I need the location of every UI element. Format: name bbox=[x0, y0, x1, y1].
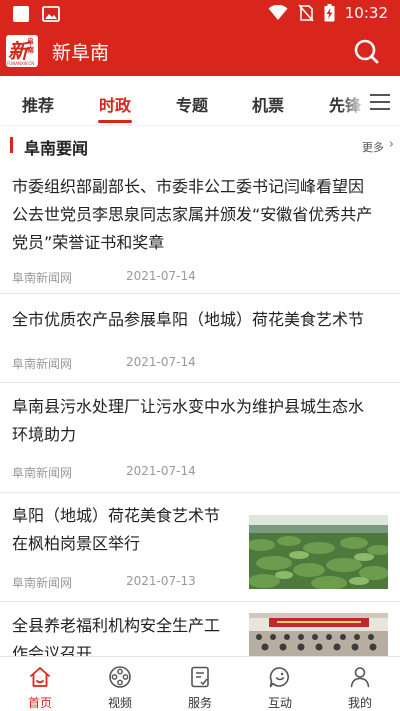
wifi-icon bbox=[268, 5, 288, 20]
news-date: 2021-07-14 bbox=[126, 355, 196, 369]
gallery-icon bbox=[13, 6, 29, 22]
logo-main-char: 新 bbox=[8, 39, 28, 63]
more-link[interactable]: 更多 bbox=[362, 139, 384, 155]
home-icon bbox=[30, 667, 50, 687]
status-right-icons: 10:32 bbox=[268, 4, 388, 22]
news-source: 阜南新闻网 bbox=[12, 576, 73, 590]
search-button[interactable] bbox=[352, 37, 382, 67]
logo-side-text: 阜南 bbox=[27, 38, 34, 54]
status-left-icons bbox=[12, 5, 60, 23]
nav-home[interactable]: 首页 bbox=[0, 657, 80, 711]
image-icon bbox=[42, 6, 60, 22]
news-source: 阜南新闻网 bbox=[12, 271, 73, 285]
nav-label: 视频 bbox=[107, 696, 132, 710]
section-accent-bar bbox=[10, 137, 13, 153]
news-title-line: 环境助力 bbox=[12, 425, 77, 444]
film-reel-icon bbox=[109, 666, 131, 688]
active-tab-indicator bbox=[98, 120, 132, 123]
news-date: 2021-07-13 bbox=[126, 574, 196, 588]
nav-label: 首页 bbox=[27, 696, 52, 710]
person-icon bbox=[350, 667, 370, 688]
news-source: 阜南新闻网 bbox=[12, 357, 73, 371]
status-bar: 10:32 bbox=[0, 0, 400, 28]
news-item[interactable]: 全市优质农产品参展阜阳（地城）荷花美食艺术节 阜南新闻网 2021-07-14 bbox=[0, 294, 400, 383]
news-title-line: 公去世党员李思泉同志家属并颁发“安徽省优秀共产 bbox=[12, 205, 373, 224]
nav-service[interactable]: 服务 bbox=[160, 657, 240, 711]
app-logo: 新 阜南 FUNANXW.CN bbox=[6, 35, 38, 67]
news-title: 市委组织部副部长、市委非公工委书记闫峰看望因 公去世党员李思泉同志家属并颁发“安… bbox=[12, 173, 372, 257]
tab-politics[interactable]: 时政 bbox=[99, 92, 131, 116]
news-date: 2021-07-14 bbox=[126, 464, 196, 478]
nav-label: 互动 bbox=[267, 696, 292, 710]
news-title-line: 全市优质农产品参展阜阳（地城）荷花美食艺术节 bbox=[12, 310, 365, 329]
news-title-line: 党员”荣誉证书和奖章 bbox=[12, 233, 165, 252]
battery-charging-icon bbox=[324, 4, 335, 22]
news-source: 阜南新闻网 bbox=[12, 466, 73, 480]
section-header: 阜南要闻 更多 › bbox=[0, 126, 400, 166]
section-title: 阜南要闻 bbox=[24, 139, 89, 158]
chevron-right-icon[interactable]: › bbox=[389, 137, 394, 152]
news-item[interactable]: 全县养老福利机构安全生产工 作会议召开 bbox=[0, 602, 400, 663]
channel-tabs: 推荐 时政 专题 机票 先锋 bbox=[0, 76, 400, 126]
news-date: 2021-07-14 bbox=[126, 269, 196, 283]
news-title: 阜南县污水处理厂让污水变中水为维护县城生态水 环境助力 bbox=[12, 393, 364, 449]
no-sim-icon bbox=[298, 4, 314, 22]
news-item[interactable]: 阜阳（地城）荷花美食艺术节 在枫柏岗景区举行 阜南新闻网 2021-07-13 bbox=[0, 493, 400, 602]
chat-bubble-icon bbox=[269, 667, 289, 688]
tab-topics[interactable]: 专题 bbox=[176, 92, 208, 116]
nav-video[interactable]: 视频 bbox=[80, 657, 160, 711]
app-title: 新阜南 bbox=[52, 42, 110, 64]
logo-sub-text: FUNANXW.CN bbox=[7, 61, 35, 66]
news-title-line: 市委组织部副部长、市委非公工委书记闫峰看望因 bbox=[12, 177, 365, 196]
nav-label: 服务 bbox=[187, 696, 212, 710]
nav-label: 我的 bbox=[347, 696, 372, 710]
news-title: 全市优质农产品参展阜阳（地城）荷花美食艺术节 bbox=[12, 306, 364, 334]
search-icon bbox=[354, 39, 379, 64]
tab-flights[interactable]: 机票 bbox=[252, 92, 284, 116]
news-title-line: 阜阳（地城）荷花美食艺术节 bbox=[12, 506, 221, 525]
news-item[interactable]: 市委组织部副部长、市委非公工委书记闫峰看望因 公去世党员李思泉同志家属并颁发“安… bbox=[0, 166, 400, 294]
status-time: 10:32 bbox=[344, 4, 388, 22]
service-document-icon bbox=[191, 666, 209, 688]
news-item[interactable]: 阜南县污水处理厂让污水变中水为维护县城生态水 环境助力 阜南新闻网 2021-0… bbox=[0, 383, 400, 493]
menu-icon[interactable] bbox=[370, 94, 390, 110]
news-title-line: 全县养老福利机构安全生产工 bbox=[12, 616, 221, 635]
app-header: 新 阜南 FUNANXW.CN 新阜南 bbox=[0, 28, 400, 76]
meeting-hall-photo[interactable] bbox=[249, 613, 388, 656]
bottom-navigation: 首页 视频 服务 互动 我的 bbox=[0, 656, 400, 711]
tab-recommend[interactable]: 推荐 bbox=[22, 92, 54, 116]
news-title-line: 在枫柏岗景区举行 bbox=[12, 534, 141, 553]
lotus-field-photo[interactable] bbox=[249, 515, 388, 589]
nav-mine[interactable]: 我的 bbox=[320, 657, 400, 711]
news-title: 阜阳（地城）荷花美食艺术节 在枫柏岗景区举行 bbox=[12, 502, 220, 558]
nav-interact[interactable]: 互动 bbox=[240, 657, 320, 711]
news-title-line: 阜南县污水处理厂让污水变中水为维护县城生态水 bbox=[12, 397, 365, 416]
